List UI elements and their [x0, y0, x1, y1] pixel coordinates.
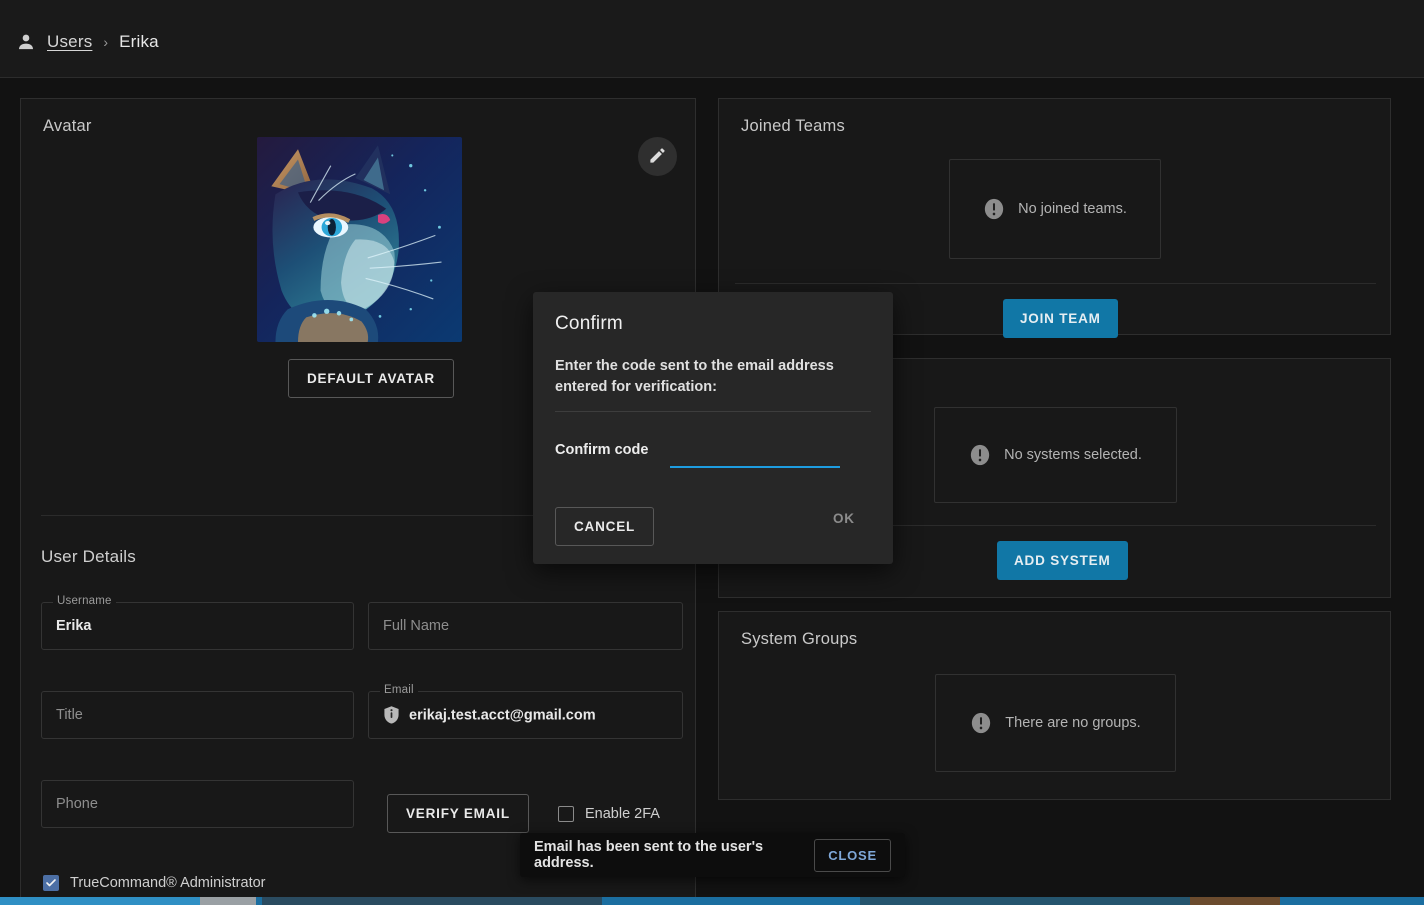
- shield-info-icon: [383, 706, 400, 725]
- top-bar: Users › Erika: [0, 0, 1424, 78]
- administrator-row[interactable]: TrueCommand® Administrator: [43, 875, 266, 891]
- alert-circle-icon: [969, 444, 991, 466]
- confirm-code-field[interactable]: Confirm code: [555, 442, 871, 476]
- cancel-button[interactable]: CANCEL: [555, 507, 655, 546]
- enable-2fa-row[interactable]: Enable 2FA: [558, 806, 660, 822]
- breadcrumb-current-erika: Erika: [119, 31, 159, 51]
- app-window: Users › Erika Avatar DEFAULT AVATAR User…: [0, 0, 1424, 905]
- system-groups-empty-state: There are no groups.: [935, 674, 1176, 772]
- confirm-dialog-message: Enter the code sent to the email address…: [555, 358, 834, 395]
- avatar-image[interactable]: [257, 137, 462, 342]
- administrator-checkbox[interactable]: [43, 875, 59, 891]
- breadcrumb: Users › Erika: [16, 32, 159, 52]
- username-value: Erika: [56, 618, 92, 634]
- joined-teams-empty-state: No joined teams.: [949, 159, 1161, 259]
- email-value-row: erikaj.test.acct@gmail.com: [383, 706, 596, 725]
- phone-placeholder: Phone: [56, 796, 98, 812]
- taskbar-segment[interactable]: [200, 897, 256, 905]
- breadcrumb-link-users[interactable]: Users: [47, 32, 92, 52]
- breadcrumb-separator: ›: [103, 33, 109, 50]
- systems-empty-text: No systems selected.: [1004, 447, 1142, 463]
- confirm-dialog-title: Confirm: [555, 313, 623, 334]
- systems-empty-state: No systems selected.: [934, 407, 1177, 503]
- alert-circle-icon: [970, 712, 992, 734]
- pencil-icon: [648, 146, 667, 168]
- taskbar-segment[interactable]: [262, 897, 602, 905]
- join-team-button[interactable]: JOIN TEAM: [1003, 299, 1118, 338]
- joined-teams-divider: [735, 283, 1376, 284]
- system-groups-empty-text: There are no groups.: [1005, 715, 1141, 731]
- taskbar-segment[interactable]: [860, 897, 1190, 905]
- enable-2fa-label: Enable 2FA: [585, 806, 660, 822]
- enable-2fa-checkbox[interactable]: [558, 806, 574, 822]
- confirm-code-label: Confirm code: [555, 442, 649, 458]
- avatar-panel-title: Avatar: [43, 117, 92, 135]
- email-address-text: erikaj.test.acct@gmail.com: [409, 707, 596, 723]
- joined-teams-title: Joined Teams: [741, 117, 845, 135]
- email-field[interactable]: Email erikaj.test.acct@gmail.com: [368, 684, 683, 739]
- default-avatar-button[interactable]: DEFAULT AVATAR: [288, 359, 454, 398]
- alert-circle-icon: [983, 198, 1005, 220]
- phone-field[interactable]: Phone: [41, 780, 354, 828]
- username-field[interactable]: Username Erika: [41, 595, 354, 650]
- toast-close-button[interactable]: CLOSE: [814, 838, 891, 872]
- user-details-title: User Details: [41, 547, 136, 566]
- taskbar-segment[interactable]: [0, 897, 200, 905]
- os-taskbar[interactable]: [0, 897, 1424, 905]
- full-name-field[interactable]: Full Name: [368, 602, 683, 650]
- confirm-code-focus-underline: [670, 466, 840, 468]
- administrator-label: TrueCommand® Administrator: [70, 875, 266, 891]
- title-placeholder: Title: [56, 707, 83, 723]
- toast-message: Email has been sent to the user's addres…: [534, 839, 764, 871]
- title-field[interactable]: Title: [41, 691, 354, 739]
- toast-notification: Email has been sent to the user's addres…: [520, 833, 905, 877]
- verify-email-button[interactable]: VERIFY EMAIL: [387, 794, 529, 833]
- edit-avatar-button[interactable]: [638, 137, 677, 176]
- add-system-button[interactable]: ADD SYSTEM: [997, 541, 1128, 580]
- system-groups-panel: System Groups There are no groups.: [718, 611, 1391, 800]
- full-name-placeholder: Full Name: [383, 618, 450, 634]
- taskbar-segment[interactable]: [1190, 897, 1280, 905]
- confirm-code-input[interactable]: [670, 442, 840, 466]
- person-icon: [16, 32, 36, 52]
- confirm-dialog-divider: [555, 411, 871, 412]
- email-label: Email: [380, 684, 418, 696]
- username-label: Username: [53, 595, 116, 607]
- ok-button[interactable]: OK: [833, 511, 855, 526]
- joined-teams-empty-text: No joined teams.: [1018, 201, 1127, 217]
- system-groups-title: System Groups: [741, 630, 858, 648]
- confirm-dialog: Confirm Enter the code sent to the email…: [533, 292, 893, 564]
